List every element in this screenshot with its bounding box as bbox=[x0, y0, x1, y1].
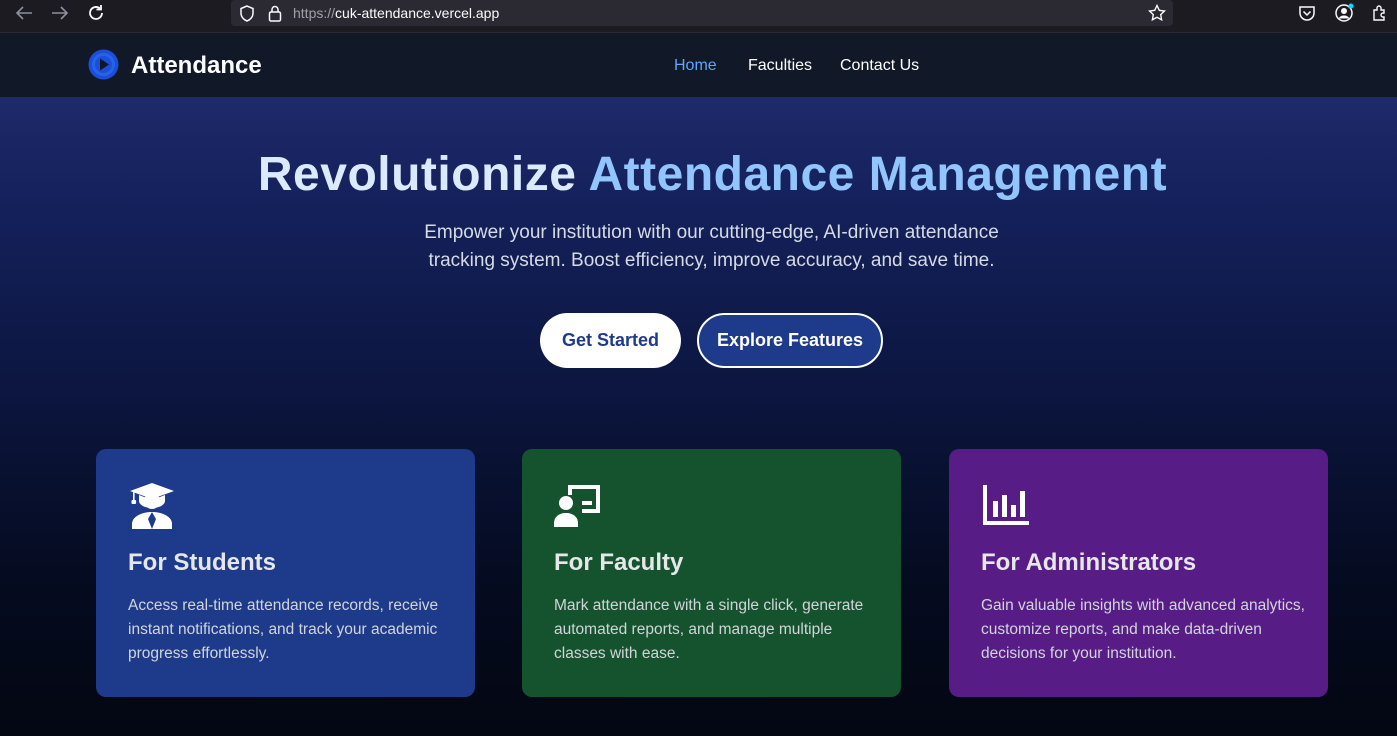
teacher-board-icon bbox=[554, 481, 602, 529]
pocket-icon[interactable] bbox=[1297, 3, 1317, 23]
hero-section: Revolutionize Attendance Management Empo… bbox=[0, 97, 1397, 736]
card-title: For Administrators bbox=[981, 549, 1197, 576]
back-button[interactable] bbox=[11, 2, 37, 24]
url-host: cuk-attendance.vercel.app bbox=[335, 5, 500, 21]
arrow-left-icon bbox=[15, 6, 32, 20]
account-icon[interactable] bbox=[1334, 3, 1354, 23]
brand-name[interactable]: Attendance bbox=[131, 52, 262, 80]
forward-button[interactable] bbox=[47, 2, 73, 24]
nav-link-home[interactable]: Home bbox=[674, 57, 717, 75]
reload-button[interactable] bbox=[83, 2, 109, 24]
explore-features-button[interactable]: Explore Features bbox=[697, 313, 883, 368]
card-students: For Students Access real-time attendance… bbox=[96, 449, 475, 697]
hero-title: Revolutionize Attendance Management bbox=[0, 147, 1397, 202]
hero-title-part1: Revolutionize bbox=[257, 148, 577, 201]
card-administrators: For Administrators Gain valuable insight… bbox=[949, 449, 1328, 697]
hero-title-part2: Attendance Management bbox=[588, 148, 1168, 201]
extensions-icon[interactable] bbox=[1370, 3, 1390, 23]
reload-icon bbox=[89, 5, 103, 20]
get-started-button[interactable]: Get Started bbox=[540, 313, 681, 368]
url-protocol: https:// bbox=[293, 5, 336, 21]
site-navbar: Attendance Home Faculties Contact Us bbox=[0, 33, 1397, 97]
nav-link-faculties[interactable]: Faculties bbox=[748, 57, 812, 75]
hero-subtitle: Empower your institution with our cuttin… bbox=[424, 222, 999, 271]
card-title: For Faculty bbox=[554, 549, 684, 576]
bar-chart-icon bbox=[981, 481, 1029, 529]
address-bar[interactable]: https://cuk-attendance.vercel.app bbox=[231, 0, 1173, 26]
graduate-icon bbox=[128, 481, 176, 529]
browser-toolbar: https://cuk-attendance.vercel.app bbox=[0, 0, 1397, 33]
card-description: Mark attendance with a single click, gen… bbox=[554, 597, 864, 662]
lock-icon[interactable] bbox=[265, 3, 285, 23]
nav-link-contact-us[interactable]: Contact Us bbox=[840, 57, 919, 75]
bookmark-star-icon[interactable] bbox=[1147, 3, 1167, 23]
card-description: Gain valuable insights with advanced ana… bbox=[981, 597, 1305, 662]
card-description: Access real-time attendance records, rec… bbox=[128, 597, 439, 662]
card-title: For Students bbox=[128, 549, 276, 576]
logo-icon[interactable] bbox=[88, 49, 119, 80]
arrow-right-icon bbox=[52, 6, 69, 20]
card-faculty: For Faculty Mark attendance with a singl… bbox=[522, 449, 901, 697]
shield-icon[interactable] bbox=[237, 3, 257, 23]
url-text[interactable]: https://cuk-attendance.vercel.app bbox=[293, 5, 499, 21]
